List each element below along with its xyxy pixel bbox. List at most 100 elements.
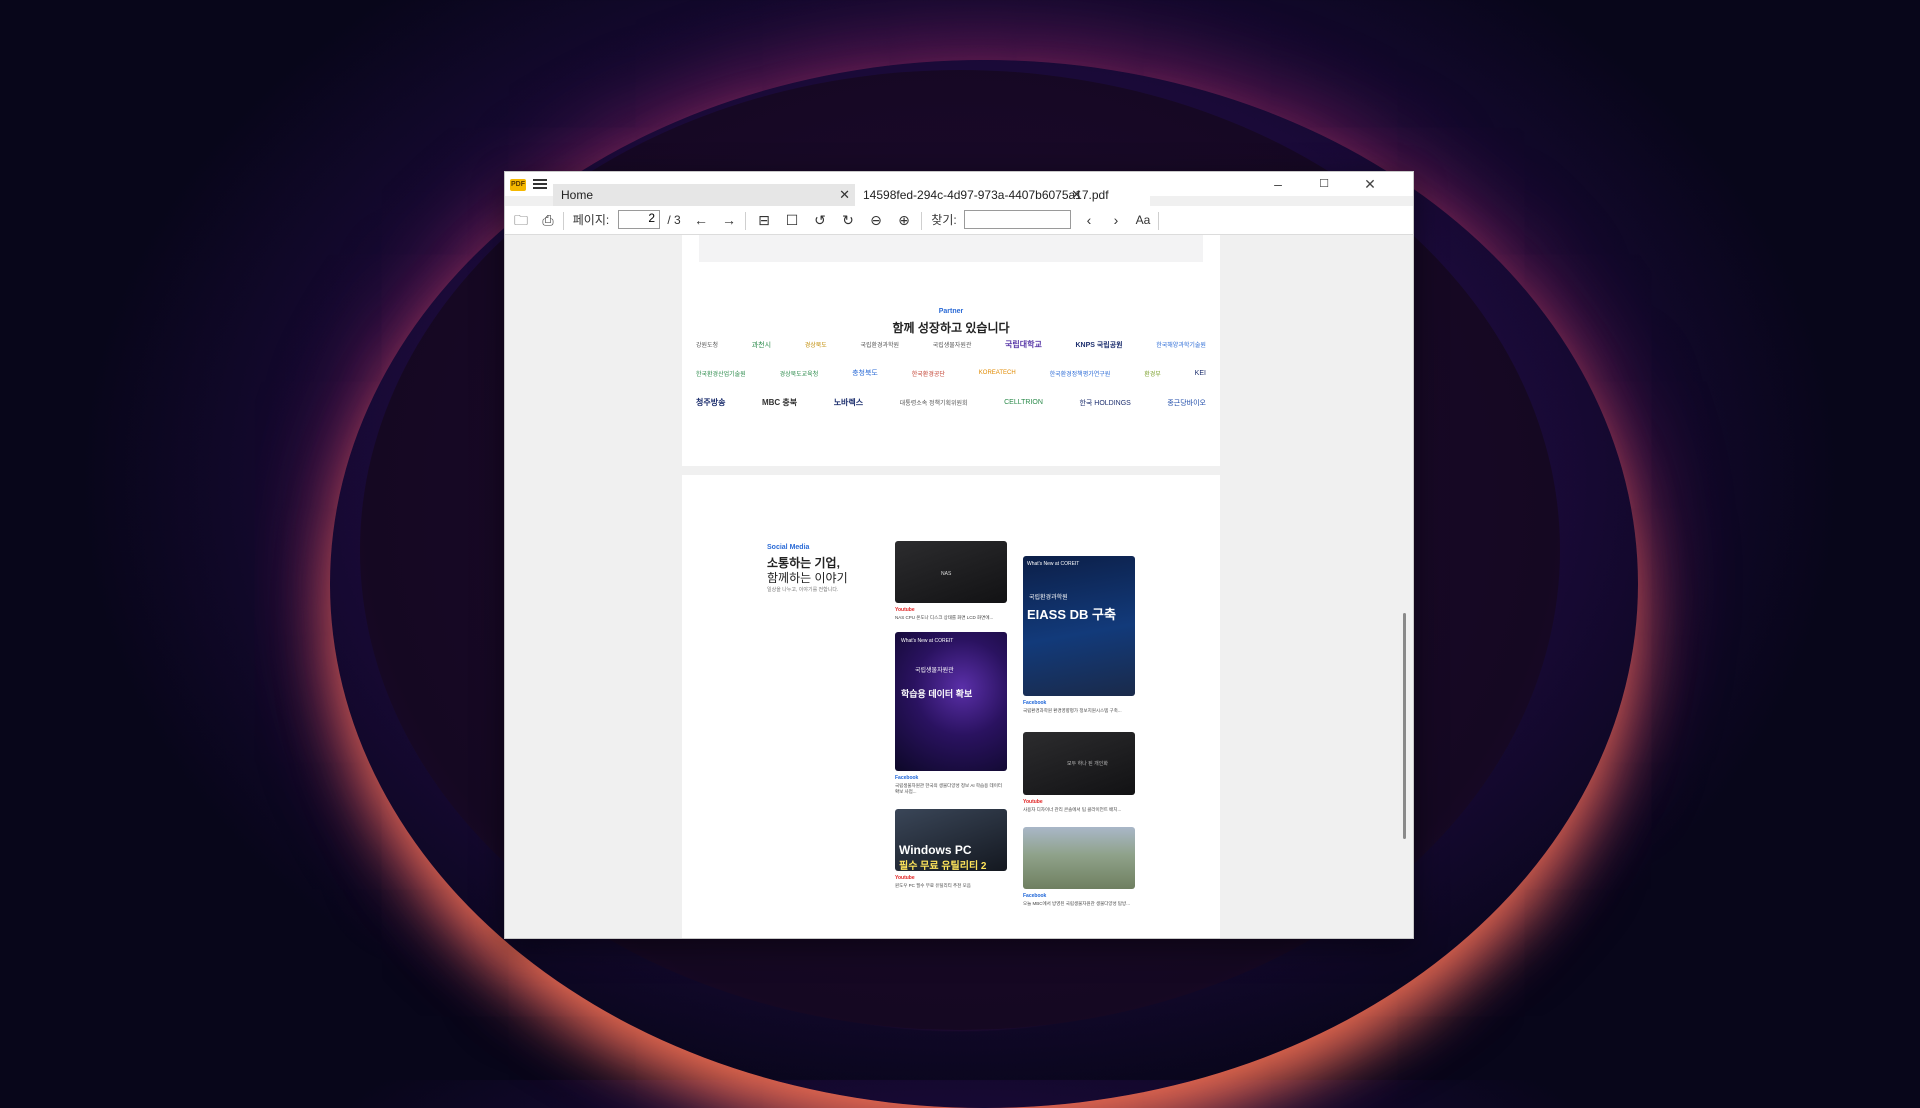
tab-document-close-icon[interactable]: ✕ (1071, 184, 1082, 206)
post-thumbnail-title: EIASS DB 구축 (1027, 607, 1116, 622)
partner-logo: 한국 HOLDINGS (1079, 399, 1131, 407)
partner-logo: 강원도청 (696, 343, 719, 349)
partner-logo-row: 강원도청 과천시 경상북도 국립환경과학원 국립생물자원관 국립대학교 KNPS… (696, 339, 1206, 350)
single-page-view-icon[interactable]: ☐ (781, 210, 803, 230)
print-icon[interactable]: ⎙ (537, 210, 559, 230)
youtube-source-label: Youtube (1023, 799, 1043, 805)
pdf-page-1: Partner 함께 성장하고 있습니다 강원도청 과천시 경상북도 국립환경과… (682, 235, 1220, 466)
pdf-viewer-window: PDF Home ✕ 14598fed-294c-4d97-973a-4407b… (504, 171, 1414, 939)
post-thumbnail-photo (1023, 827, 1135, 889)
youtube-source-label: Youtube (895, 875, 915, 881)
partner-logo: 청주방송 (696, 398, 726, 407)
previous-page-arrow-icon[interactable]: ← (690, 210, 712, 230)
partner-section-label: Partner (938, 308, 964, 315)
scrollbar-thumb[interactable] (1403, 613, 1406, 839)
vertical-scrollbar[interactable] (1403, 235, 1407, 938)
post-thumbnail-subheader: 국립생물자원관 (915, 668, 954, 674)
post-thumbnail-title: Windows PC (899, 843, 972, 857)
post-caption: 국립생물자원관 한국의 생물다양성 정보 AI 학습용 데이터 확보 사업... (895, 783, 1002, 794)
page-label: 페이지: (572, 213, 610, 227)
toolbar: 🗀 ⎙ 페이지: 2 / 3 ← → ⊟ ☐ ↺ ↻ ⊖ ⊕ 찾기: ‹ › A… (505, 206, 1413, 235)
find-label: 찾기: (931, 213, 957, 227)
tab-home[interactable]: Home ✕ (553, 184, 856, 206)
rotate-left-icon[interactable]: ↺ (809, 210, 831, 230)
post-thumbnail-title: 모두 하나 된 개인화 (1067, 761, 1108, 767)
minimize-button[interactable]: – (1255, 174, 1301, 196)
partner-logo: 과천시 (751, 341, 772, 349)
tab-document[interactable]: 14598fed-294c-4d97-973a-4407b6075a17.pdf… (855, 184, 1150, 206)
social-section-label: Social Media (767, 544, 810, 551)
partner-logo: 국립환경과학원 (860, 343, 900, 349)
title-bar: PDF Home ✕ 14598fed-294c-4d97-973a-4407b… (505, 172, 1413, 206)
zoom-out-icon[interactable]: ⊖ (865, 210, 887, 230)
continuous-view-icon[interactable]: ⊟ (753, 210, 775, 230)
partner-logo: 종근당바이오 (1167, 399, 1206, 407)
find-previous-chevron-icon[interactable]: ‹ (1078, 210, 1100, 230)
toolbar-divider (921, 212, 922, 230)
toolbar-divider (563, 212, 564, 230)
partner-logo: 경상북도교육청 (779, 371, 819, 378)
app-logo-icon: PDF (510, 179, 526, 191)
post-thumbnail: What's New at COREIT 국립생물자원관 학습용 데이터 확보 (895, 632, 1007, 771)
facebook-source-label: Facebook (895, 775, 919, 781)
hamburger-menu-icon[interactable] (533, 177, 547, 191)
partner-logo: CELLTRION (1004, 399, 1043, 406)
open-folder-icon[interactable]: 🗀 (510, 210, 532, 230)
find-next-chevron-icon[interactable]: › (1105, 210, 1127, 230)
toolbar-divider (745, 212, 746, 230)
page-number-input[interactable]: 2 (618, 210, 660, 229)
font-size-button[interactable]: Aa (1132, 210, 1154, 230)
social-section-title-line2: 함께하는 이야기 (767, 571, 848, 585)
post-caption: NAS CPU 온도나 디스크 상태를 화면 LCD 화면에... (895, 615, 994, 620)
partner-logo: 환경부 (1144, 371, 1161, 378)
close-button[interactable]: ✕ (1347, 174, 1393, 196)
document-viewport[interactable]: Partner 함께 성장하고 있습니다 강원도청 과천시 경상북도 국립환경과… (505, 235, 1413, 938)
post-thumbnail-text: NAS (941, 571, 952, 577)
partner-logo: MBC 충북 (761, 398, 798, 407)
facebook-source-label: Facebook (1023, 893, 1047, 899)
facebook-source-label: Facebook (1023, 700, 1047, 706)
partner-logo: 한국환경산업기술원 (696, 371, 746, 378)
post-thumbnail: 모두 하나 된 개인화 (1023, 732, 1135, 795)
partner-section-title: 함께 성장하고 있습니다 (892, 321, 1010, 335)
partner-logo: 국립생물자원관 (932, 343, 972, 349)
partner-logo-row: 한국환경산업기술원 경상북도교육청 충청북도 한국환경공단 KOREATECH … (696, 368, 1206, 378)
post-caption: 사용자 디자이너 관리 콘솔에서 팀 클라이언트 배치... (1023, 807, 1122, 812)
find-input[interactable] (964, 210, 1071, 229)
maximize-button[interactable]: ☐ (1301, 174, 1347, 196)
partner-logo: 경상북도 (804, 343, 827, 349)
partner-logo: KOREATECH (978, 370, 1016, 376)
zoom-in-icon[interactable]: ⊕ (893, 210, 915, 230)
post-caption: 윈도우 PC 필수 무료 유틸리티 추천 모음 (895, 883, 971, 888)
partner-logo: 국립대학교 (1005, 340, 1042, 349)
tab-home-label: Home (561, 188, 594, 202)
partner-logo: KEI (1194, 369, 1206, 377)
partner-logo: 충청북도 (852, 370, 878, 377)
post-caption: 국립환경과학원 환경영향평가 정보지원시스템 구축... (1023, 708, 1122, 713)
youtube-source-label: Youtube (895, 607, 915, 613)
post-thumbnail-subtitle: 필수 무료 유틸리티 2 (899, 861, 987, 871)
post-thumbnail: NAS (895, 541, 1007, 603)
post-thumbnail: What's New at COREIT 국립환경과학원 EIASS DB 구축 (1023, 556, 1135, 696)
partner-logo: 한국환경공단 (911, 371, 945, 378)
rotate-right-icon[interactable]: ↻ (837, 210, 859, 230)
post-thumbnail-header: What's New at COREIT (1027, 561, 1080, 567)
tab-home-close-icon[interactable]: ✕ (839, 184, 850, 206)
pdf-page-2: Social Media 소통하는 기업, 함께하는 이야기 일상을 나누고, … (682, 475, 1220, 938)
partner-logo: 노바렉스 (833, 398, 864, 407)
page-total: / 3 (667, 213, 681, 227)
post-thumbnail-title: 학습용 데이터 확보 (901, 689, 973, 699)
next-page-arrow-icon[interactable]: → (718, 210, 740, 230)
post-caption: 오늘 MBC에서 방영된 국립생물자원관 생물다양성 탐방... (1023, 901, 1130, 906)
post-thumbnail: Windows PC 필수 무료 유틸리티 2 (895, 809, 1007, 871)
partner-logo: 한국환경정책평가연구원 (1049, 371, 1111, 378)
partner-logo: 한국해양과학기술원 (1156, 343, 1206, 349)
partner-logo-row: 청주방송 MBC 충북 노바렉스 대통령소속 정책기획위원회 CELLTRION… (696, 397, 1206, 408)
page-section-band (699, 235, 1203, 262)
partner-logo: 대통령소속 정책기획위원회 (899, 401, 968, 407)
post-thumbnail-subheader: 국립환경과학원 (1029, 595, 1068, 601)
toolbar-divider (1158, 212, 1159, 230)
social-section-subtitle: 일상을 나누고, 이야기를 전합니다. (767, 587, 839, 593)
post-thumbnail-header: What's New at COREIT (901, 638, 954, 644)
partner-logo: KNPS 국립공원 (1075, 341, 1123, 349)
